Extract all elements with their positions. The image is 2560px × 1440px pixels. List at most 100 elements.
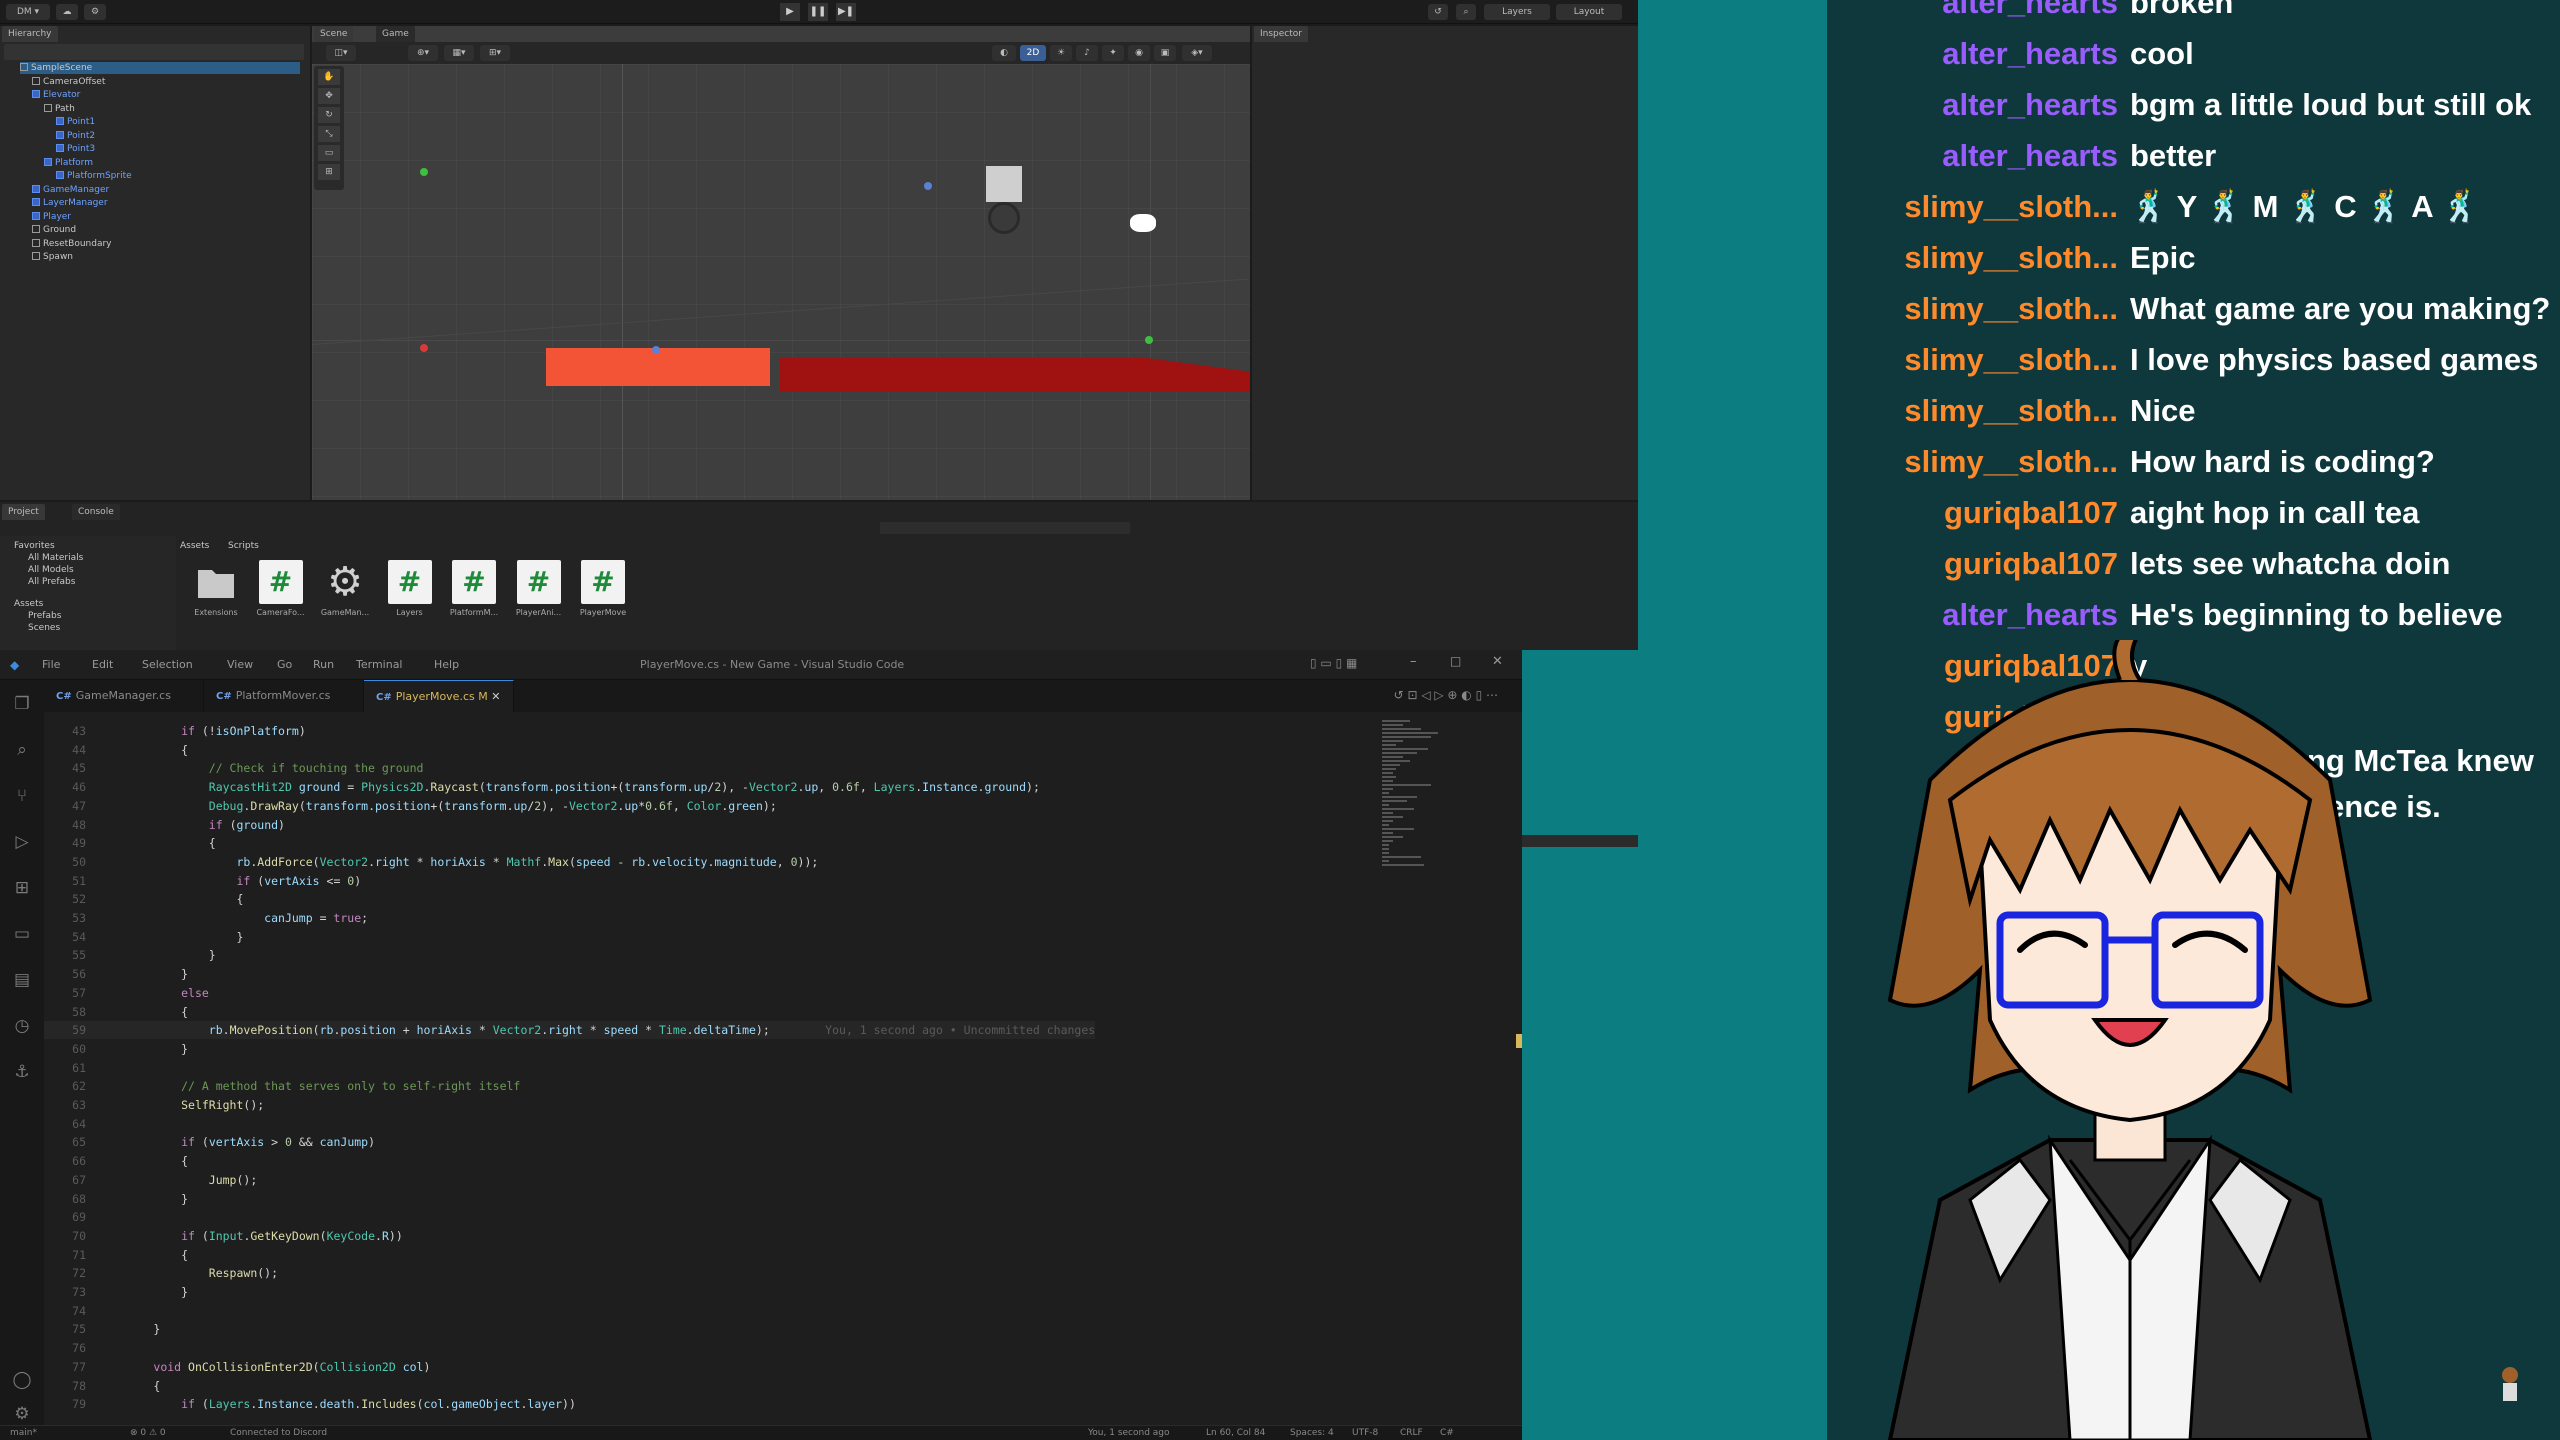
move-tool-icon[interactable]: ✥ [318,88,340,104]
code-line[interactable]: 44 { [44,741,188,759]
menu-item[interactable]: File [42,658,60,671]
code-line[interactable]: 57 else [44,984,209,1002]
run-debug-icon[interactable]: ▷ [12,832,32,852]
pivot-button[interactable]: ⊕▾ [408,45,438,61]
code-line[interactable]: 66 { [44,1152,188,1170]
hierarchy-item[interactable]: ResetBoundary [32,238,111,250]
fav-item[interactable]: All Prefabs [28,576,75,588]
layout-dropdown[interactable]: Layout [1556,4,1622,20]
shading-icon[interactable]: ◐ [992,45,1016,61]
editor-actions[interactable]: ↺ ⊡ ◁ ▷ ⊕ ◐ ▯ ⋯ [1394,688,1498,702]
asset-item[interactable]: ⚙ GameMan... [317,560,373,617]
box-icon[interactable]: ▤ [12,970,32,990]
chat-username[interactable]: alter_hearts [1942,31,2118,77]
close-icon[interactable]: ✕ [1492,654,1503,669]
code-line[interactable]: 70 if (Input.GetKeyDown(KeyCode.R)) [44,1227,403,1245]
code-line[interactable]: 46 RaycastHit2D ground = Physics2D.Rayca… [44,778,1040,796]
menu-item[interactable]: Help [434,658,459,671]
asset-item[interactable]: # CameraFo... [253,560,309,617]
hierarchy-item[interactable]: Elevator [32,89,80,101]
code-line[interactable]: 63 SelfRight(); [44,1096,264,1114]
code-line[interactable]: 69 [44,1208,153,1226]
asset-item[interactable]: # PlayerAni... [511,560,567,617]
code-line[interactable]: 64 [44,1115,153,1133]
search-icon[interactable]: ⌕ [1456,4,1476,20]
code-line[interactable]: 43 if (!isOnPlatform) [44,722,306,740]
code-line[interactable]: 65 if (vertAxis > 0 && canJump) [44,1133,375,1151]
layers-dropdown[interactable]: Layers [1484,4,1550,20]
asset-folder[interactable]: Scenes [28,622,60,634]
close-tab-icon[interactable]: ✕ [491,690,500,703]
code-line[interactable]: 62 // A method that serves only to self-… [44,1077,520,1095]
eol-status[interactable]: CRLF [1400,1428,1423,1438]
chat-username[interactable]: slimy__sloth... [1904,439,2118,485]
menu-item[interactable]: Run [313,658,334,671]
hierarchy-item[interactable]: Path [44,103,75,115]
spawn-gizmo[interactable] [1145,336,1153,344]
code-line[interactable]: 68 } [44,1190,188,1208]
menu-item[interactable]: Terminal [356,658,403,671]
mode-2d-button[interactable]: 2D [1020,45,1046,61]
settings-gear-icon[interactable]: ⚙ [12,1404,32,1424]
tab-project[interactable]: Project [2,504,45,520]
hierarchy-item[interactable]: Spawn [32,251,73,263]
search-icon[interactable]: ⌕ [12,740,32,760]
chat-username[interactable]: alter_hearts [1942,133,2118,179]
global-button[interactable]: ▦▾ [444,45,474,61]
camera-icon[interactable]: ▣ [1154,45,1176,61]
hierarchy-item[interactable]: GameManager [32,184,109,196]
minimap[interactable] [1382,718,1452,978]
code-line[interactable]: 50 rb.AddForce(Vector2.right * horiAxis … [44,853,818,871]
code-line[interactable]: 55 } [44,946,216,964]
code-line[interactable]: 78 { [44,1377,160,1395]
asset-item[interactable]: # Layers [382,560,438,617]
chat-username[interactable]: slimy__sloth... [1904,388,2118,434]
chat-username[interactable]: slimy__sloth... [1904,184,2118,230]
project-search[interactable] [880,522,1130,534]
code-line[interactable]: 77 void OnCollisionEnter2D(Collision2D c… [44,1358,430,1376]
rect-tool-icon[interactable]: ▭ [318,145,340,161]
code-line[interactable]: 53 canJump = true; [44,909,368,927]
code-line[interactable]: 74 [44,1302,153,1320]
transform-tool-icon[interactable]: ⊞ [318,164,340,180]
extensions-icon[interactable]: ⊞ [12,878,32,898]
code-line[interactable]: 61 [44,1059,153,1077]
step-icon[interactable]: ▶❚ [836,3,856,21]
hierarchy-item[interactable]: PlatformSprite [56,170,132,182]
problems-status[interactable]: ⊗ 0 ⚠ 0 [130,1428,166,1438]
pause-icon[interactable]: ❚❚ [808,3,828,21]
cloud-icon[interactable]: ☁ [56,4,78,20]
chat-username[interactable]: slimy__sloth... [1904,235,2118,281]
chat-username[interactable]: guriqbal107 [1944,541,2118,587]
tab-scene[interactable]: Scene [314,26,354,42]
account-button[interactable]: DM ▾ [6,4,50,20]
scene-canvas[interactable]: ✋ ✥ ↻ ⤡ ▭ ⊞ [312,64,1250,500]
chat-username[interactable]: slimy__sloth... [1904,337,2118,383]
fx-icon[interactable]: ✦ [1102,45,1124,61]
hierarchy-item[interactable]: Ground [32,224,76,236]
scale-tool-icon[interactable]: ⤡ [318,126,340,142]
code-line[interactable]: 48 if (ground) [44,816,285,834]
chat-username[interactable]: guriqbal107 [1944,490,2118,536]
menu-item[interactable]: Go [277,658,292,671]
hierarchy-item[interactable]: CameraOffset [32,76,105,88]
hierarchy-item[interactable]: Point2 [56,130,95,142]
minimize-icon[interactable]: – [1410,654,1417,669]
chat-username[interactable]: slimy__sloth... [1904,286,2118,332]
menu-item[interactable]: View [227,658,253,671]
point3-gizmo[interactable] [924,182,932,190]
point1-gizmo[interactable] [420,168,428,176]
encoding-status[interactable]: UTF-8 [1352,1428,1378,1438]
lighting-icon[interactable]: ☀ [1050,45,1072,61]
collab-icon[interactable]: ⚙ [84,4,106,20]
hierarchy-item[interactable]: Platform [44,157,93,169]
player-sprite[interactable] [986,166,1022,202]
tab-gamemanager[interactable]: C# GameManager.cs [44,680,204,712]
gizmos-button[interactable]: ◈▾ [1182,45,1212,61]
play-icon[interactable]: ▶ [780,3,800,21]
chat-username[interactable]: alter_hearts [1942,0,2118,26]
code-line[interactable]: 51 if (vertAxis <= 0) [44,872,361,890]
hierarchy-item[interactable]: Point1 [56,116,95,128]
menu-item[interactable]: Edit [92,658,113,671]
favorites-header[interactable]: Favorites [14,540,55,552]
